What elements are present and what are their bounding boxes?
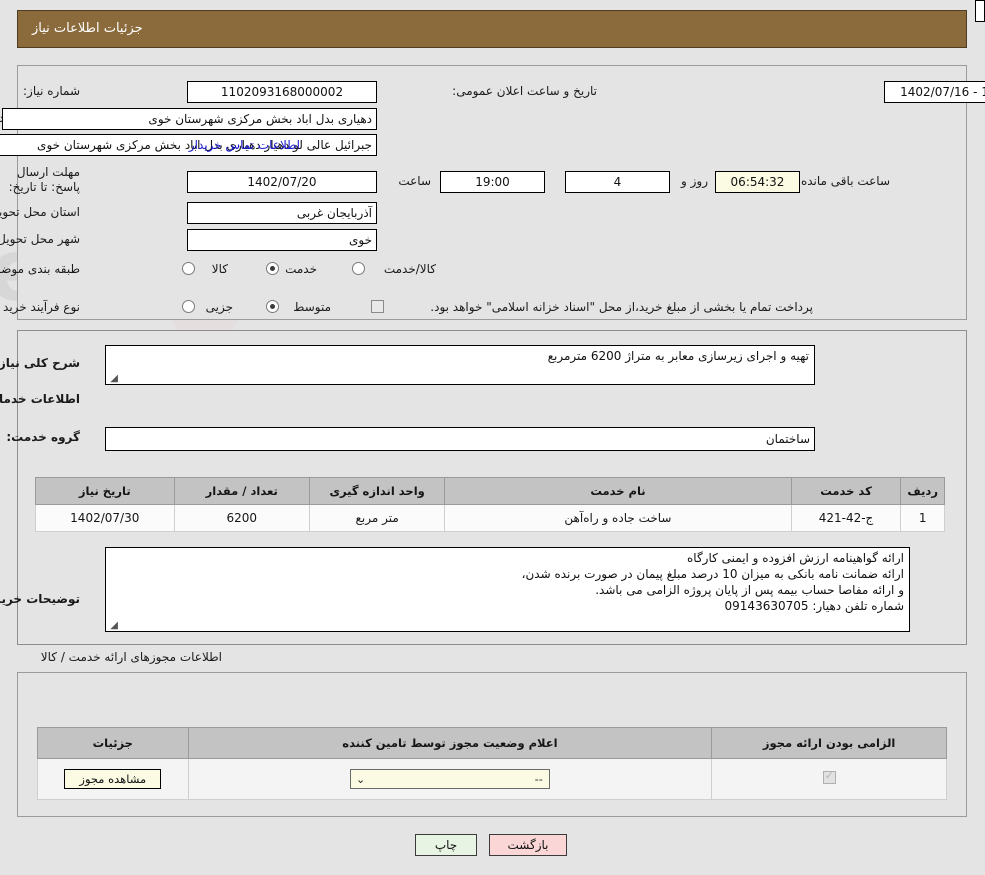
cell-quantity: 6200 bbox=[173, 504, 310, 532]
permits-table-header-row: الزامی بودن ارائه مجوز اعلام وضعیت مجوز … bbox=[37, 727, 947, 759]
radio-process-motavaset-label: متوسط bbox=[293, 300, 331, 314]
col-name-khedmat: نام خدمت bbox=[444, 477, 792, 505]
cell-unit: متر مربع bbox=[308, 504, 446, 532]
announce-value: 11:25 - 1402/07/16 bbox=[884, 81, 985, 103]
page-root: AriaTender.net جزئیات اطلاعات نیاز شماره… bbox=[0, 0, 985, 875]
province-value: آذربایجان غربی bbox=[187, 202, 377, 224]
permits-table: الزامی بودن ارائه مجوز اعلام وضعیت مجوز … bbox=[37, 727, 947, 800]
buyer-notes-line-3: و ارائه مفاصا حساب بیمه پس از پایان پروژ… bbox=[595, 583, 904, 597]
radio-category-khedmat-label: خدمت bbox=[285, 262, 317, 276]
col-vahed: واحد اندازه گیری bbox=[308, 477, 446, 505]
print-button[interactable]: چاپ bbox=[415, 834, 477, 856]
general-desc-label: شرح کلی نیاز: bbox=[0, 356, 80, 370]
table-row: 1 ج-42-421 ساخت جاده و راه‌آهن متر مربع … bbox=[35, 504, 945, 532]
treasury-checkbox[interactable] bbox=[371, 300, 384, 313]
service-group-value: ساختمان bbox=[105, 427, 815, 451]
chevron-down-icon: ⌄ bbox=[355, 773, 366, 786]
col-tarikh-niaz: تاریخ نیاز bbox=[35, 477, 175, 505]
col-permit-status: اعلام وضعیت مجوز توسط تامین کننده bbox=[187, 727, 713, 759]
service-group-label: گروه خدمت: bbox=[6, 430, 80, 444]
resize-grip-icon[interactable]: ◢ bbox=[108, 374, 118, 384]
need-number-label: شماره نیاز: bbox=[23, 84, 80, 98]
back-button[interactable]: بازگشت bbox=[489, 834, 567, 856]
cell-service-code: ج-42-421 bbox=[790, 504, 902, 532]
col-kode-khedmat: کد خدمت bbox=[790, 477, 902, 505]
col-permit-details: جزئیات bbox=[37, 727, 189, 759]
treasury-text: پرداخت تمام یا بخشی از مبلغ خرید،از محل … bbox=[430, 300, 813, 314]
general-desc-value: تهیه و اجرای زیرسازی معابر به متراژ 6200… bbox=[547, 349, 809, 363]
services-table-header-row: ردیف کد خدمت نام خدمت واحد اندازه گیری ت… bbox=[35, 477, 945, 505]
cell-radif: 1 bbox=[900, 504, 945, 532]
cell-service-name: ساخت جاده و راه‌آهن bbox=[444, 504, 792, 532]
category-label: طبقه بندی موضوعی: bbox=[0, 262, 80, 276]
hour-label: ساعت bbox=[398, 174, 431, 188]
buyer-notes-line-1: ارائه گواهینامه ارزش افزوده و ایمنی کارگ… bbox=[687, 551, 904, 565]
radio-category-kala-khedmat[interactable] bbox=[352, 262, 365, 275]
general-desc-textarea[interactable]: تهیه و اجرای زیرسازی معابر به متراژ 6200… bbox=[105, 345, 815, 385]
cell-permit-status: -- ⌄ bbox=[187, 758, 713, 800]
services-table: ردیف کد خدمت نام خدمت واحد اندازه گیری ت… bbox=[35, 477, 945, 532]
countdown-unit-label: ساعت باقی مانده bbox=[800, 174, 890, 188]
cell-need-date: 1402/07/30 bbox=[35, 504, 175, 532]
remaining-days-value: 4 bbox=[565, 171, 670, 193]
city-label: شهر محل تحویل: bbox=[0, 232, 80, 246]
radio-process-motavaset[interactable] bbox=[266, 300, 279, 313]
cell-permit-required bbox=[711, 758, 947, 800]
deadline-hour-value: 19:00 bbox=[440, 171, 545, 193]
cell-permit-details: مشاهده مجوز bbox=[37, 758, 189, 800]
buyer-notes-label: توضیحات خریدار: bbox=[0, 592, 80, 606]
permit-status-select[interactable]: -- ⌄ bbox=[349, 769, 550, 789]
view-permit-button[interactable]: مشاهده مجوز bbox=[64, 769, 162, 789]
city-value: خوی bbox=[187, 229, 377, 251]
col-tedad: تعداد / مقدار bbox=[173, 477, 310, 505]
services-section-title: اطلاعات خدمات مورد نیاز bbox=[0, 392, 80, 406]
permit-status-value: -- bbox=[534, 772, 543, 786]
permit-row: -- ⌄ مشاهده مجوز bbox=[37, 758, 947, 800]
page-title: جزئیات اطلاعات نیاز bbox=[17, 10, 967, 48]
province-label: استان محل تحویل: bbox=[0, 205, 80, 219]
col-permit-required: الزامی بودن ارائه مجوز bbox=[711, 727, 947, 759]
col-radif: ردیف bbox=[900, 477, 945, 505]
radio-category-kala-khedmat-label: کالا/خدمت bbox=[383, 262, 436, 276]
need-number-value: 1102093168000002 bbox=[187, 81, 377, 103]
radio-category-khedmat[interactable] bbox=[266, 262, 279, 275]
radio-category-kala[interactable] bbox=[182, 262, 195, 275]
countdown-value: 06:54:32 bbox=[715, 171, 800, 193]
permits-section-title: اطلاعات مجوزهای ارائه خدمت / کالا bbox=[40, 650, 222, 664]
permit-required-checkbox bbox=[822, 769, 836, 784]
announce-label: تاریخ و ساعت اعلان عمومی: bbox=[452, 84, 597, 98]
deadline-label: مهلت ارسال پاسخ: تا تاریخ: bbox=[8, 165, 80, 194]
radio-process-jozi-label: جزیی bbox=[205, 300, 233, 314]
buyer-contact-link[interactable]: اطلاعات تماس خریدار bbox=[189, 138, 300, 152]
buyer-org-value: دهیاری بدل اباد بخش مرکزی شهرستان خوی bbox=[2, 108, 377, 130]
days-unit-label: روز و bbox=[681, 174, 708, 188]
resize-grip-icon[interactable]: ◢ bbox=[108, 621, 118, 631]
buyer-notes-textarea[interactable]: ارائه گواهینامه ارزش افزوده و ایمنی کارگ… bbox=[105, 547, 910, 632]
buyer-notes-line-4: شماره تلفن دهیار: 09143630705 bbox=[724, 599, 904, 613]
radio-process-jozi[interactable] bbox=[182, 300, 195, 313]
process-label: نوع فرآیند خرید : bbox=[0, 300, 80, 314]
buyer-notes-line-2: ارائه ضمانت نامه بانکی به میزان 10 درصد … bbox=[521, 567, 904, 581]
deadline-date-value: 1402/07/20 bbox=[187, 171, 377, 193]
radio-category-kala-label: کالا bbox=[211, 262, 228, 276]
